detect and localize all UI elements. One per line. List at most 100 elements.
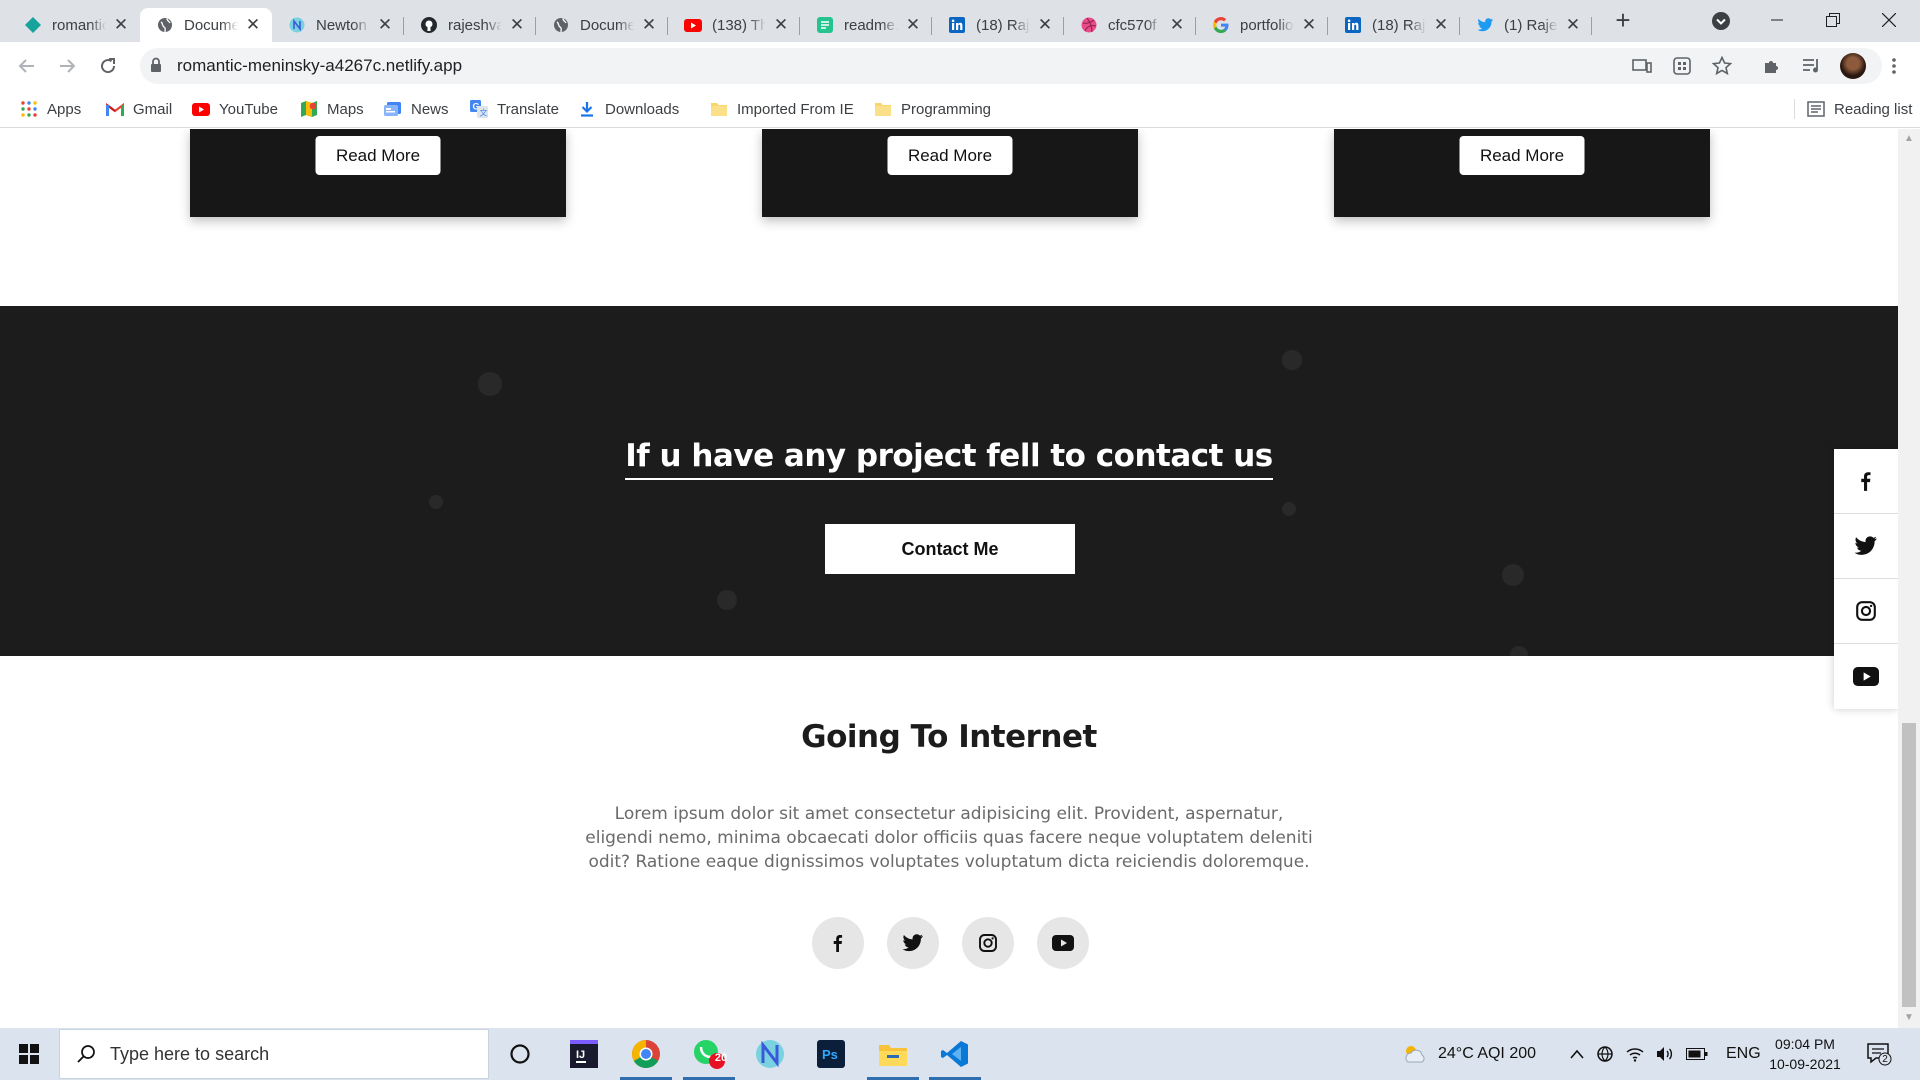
browser-tab[interactable]: (138) The ✕ xyxy=(668,8,800,42)
volume-icon[interactable] xyxy=(1656,1046,1674,1062)
scroll-down-arrow-icon[interactable]: ▼ xyxy=(1903,1012,1915,1024)
browser-toolbar: romantic-meninsky-a4267c.netlify.app xyxy=(0,42,1920,90)
scroll-up-arrow-icon[interactable]: ▲ xyxy=(1903,133,1915,145)
decorative-dot xyxy=(1282,350,1302,370)
close-tab-icon[interactable]: ✕ xyxy=(508,16,526,34)
bookmark-item[interactable]: YouTube xyxy=(192,98,278,120)
lock-icon[interactable] xyxy=(150,57,162,73)
forward-button[interactable] xyxy=(55,54,79,78)
bookmark-item[interactable]: Gmail xyxy=(106,98,172,120)
bookmark-item[interactable]: G 文 Translate xyxy=(470,98,559,120)
browser-menu-icon[interactable] xyxy=(1882,54,1906,78)
dribbble-icon xyxy=(1080,16,1098,34)
battery-icon[interactable] xyxy=(1686,1048,1708,1060)
browser-tab[interactable]: Document ✕ xyxy=(536,8,668,42)
decorative-dot xyxy=(1502,564,1524,586)
browser-tab[interactable]: (1) Rajesh ✕ xyxy=(1460,8,1592,42)
file-explorer-icon[interactable] xyxy=(867,1034,919,1080)
browser-tab[interactable]: rajeshvarma ✕ xyxy=(404,8,536,42)
bookmark-label: Apps xyxy=(47,100,82,118)
newton-icon[interactable] xyxy=(748,1034,792,1074)
tray-icons: ENG xyxy=(1570,1028,1761,1080)
media-control-icon[interactable] xyxy=(1800,54,1824,78)
contact-me-button[interactable]: Contact Me xyxy=(825,524,1075,574)
close-tab-icon[interactable]: ✕ xyxy=(1564,16,1582,34)
close-tab-icon[interactable]: ✕ xyxy=(112,16,130,34)
sidebar-youtube-link[interactable] xyxy=(1834,644,1898,709)
sidebar-facebook-link[interactable] xyxy=(1834,449,1898,514)
close-tab-icon[interactable]: ✕ xyxy=(1036,16,1054,34)
reload-button[interactable] xyxy=(96,54,120,78)
minimize-icon xyxy=(1771,19,1783,21)
close-tab-icon[interactable]: ✕ xyxy=(244,16,262,34)
minimize-button[interactable] xyxy=(1754,6,1800,34)
bookmark-item[interactable]: Apps xyxy=(20,98,81,120)
browser-tab[interactable]: cfc570f ✕ xyxy=(1064,8,1196,42)
sidebar-twitter-link[interactable] xyxy=(1834,514,1898,579)
chevron-up-icon[interactable] xyxy=(1570,1049,1584,1059)
close-tab-icon[interactable]: ✕ xyxy=(376,16,394,34)
scrollbar-thumb[interactable] xyxy=(1902,723,1916,1007)
restore-button[interactable] xyxy=(1810,6,1856,34)
bookmark-label: Translate xyxy=(497,100,559,118)
extensions-puzzle-icon[interactable] xyxy=(1760,54,1784,78)
profile-avatar[interactable] xyxy=(1840,53,1866,79)
browser-tab[interactable]: (18) Rajesh ✕ xyxy=(1328,8,1460,42)
footer-facebook-link[interactable] xyxy=(812,917,864,969)
browser-tab[interactable]: Newton School ✕ xyxy=(272,8,404,42)
back-button[interactable] xyxy=(15,54,39,78)
vscode-icon[interactable] xyxy=(929,1034,981,1080)
close-window-button[interactable] xyxy=(1866,6,1912,34)
bookmark-item[interactable]: News xyxy=(384,98,449,120)
taskbar-search-box[interactable]: Type here to search xyxy=(59,1029,489,1079)
google-icon xyxy=(1212,16,1230,34)
weather-widget[interactable]: 24°C AQI 200 xyxy=(1402,1028,1536,1080)
folder-icon xyxy=(710,100,728,118)
taskbar-clock[interactable]: 09:04 PM 10-09-2021 xyxy=(1760,1034,1850,1074)
close-tab-icon[interactable]: ✕ xyxy=(640,16,658,34)
reading-list-button[interactable]: Reading list xyxy=(1794,98,1912,120)
language-indicator[interactable]: ENG xyxy=(1726,1045,1761,1063)
bookmark-item[interactable]: Downloads xyxy=(578,98,679,120)
bookmark-item[interactable]: Imported From IE xyxy=(710,98,854,120)
read-more-button[interactable]: Read More xyxy=(1459,136,1585,175)
cast-icon[interactable] xyxy=(1630,54,1654,78)
folder-icon xyxy=(874,100,892,118)
decorative-dot xyxy=(429,495,443,509)
browser-tab[interactable]: readme.so ✕ xyxy=(800,8,932,42)
intellij-icon[interactable]: IJ xyxy=(562,1034,606,1074)
browser-tab[interactable]: portfolio ✕ xyxy=(1196,8,1328,42)
footer-youtube-link[interactable] xyxy=(1037,917,1089,969)
browser-tab[interactable]: romantic-meninsky ✕ xyxy=(8,8,140,42)
close-tab-icon[interactable]: ✕ xyxy=(904,16,922,34)
photoshop-icon[interactable]: Ps xyxy=(809,1034,853,1074)
read-more-button[interactable]: Read More xyxy=(887,136,1013,175)
qr-code-icon[interactable] xyxy=(1670,54,1694,78)
sidebar-instagram-link[interactable] xyxy=(1834,579,1898,644)
browser-tab[interactable]: (18) Rajesh ✕ xyxy=(932,8,1064,42)
bookmark-item[interactable]: Programming xyxy=(874,98,991,120)
vertical-scrollbar[interactable]: ▲ ▼ xyxy=(1898,129,1920,1028)
start-button[interactable] xyxy=(0,1028,58,1080)
action-center-button[interactable]: 2 xyxy=(1866,1028,1892,1080)
footer-twitter-link[interactable] xyxy=(887,917,939,969)
tab-search-icon[interactable] xyxy=(1711,11,1731,31)
cortana-icon[interactable] xyxy=(498,1034,542,1074)
tab-title: (18) Rajesh xyxy=(1372,16,1426,34)
footer-instagram-link[interactable] xyxy=(962,917,1014,969)
close-tab-icon[interactable]: ✕ xyxy=(1432,16,1450,34)
close-tab-icon[interactable]: ✕ xyxy=(1300,16,1318,34)
bookmark-item[interactable]: Maps xyxy=(300,98,364,120)
read-more-button[interactable]: Read More xyxy=(315,136,441,175)
network-status-icon[interactable] xyxy=(1596,1045,1614,1063)
browser-tab[interactable]: Document ✕ xyxy=(140,8,272,42)
url-text[interactable]: romantic-meninsky-a4267c.netlify.app xyxy=(177,56,462,76)
chrome-icon[interactable] xyxy=(620,1034,672,1080)
wifi-icon[interactable] xyxy=(1626,1046,1644,1062)
github-icon xyxy=(420,16,438,34)
close-tab-icon[interactable]: ✕ xyxy=(1168,16,1186,34)
bookmark-star-icon[interactable] xyxy=(1710,54,1734,78)
new-tab-button[interactable]: + xyxy=(1612,7,1634,33)
close-tab-icon[interactable]: ✕ xyxy=(772,16,790,34)
whatsapp-icon[interactable]: 20 xyxy=(683,1034,735,1080)
